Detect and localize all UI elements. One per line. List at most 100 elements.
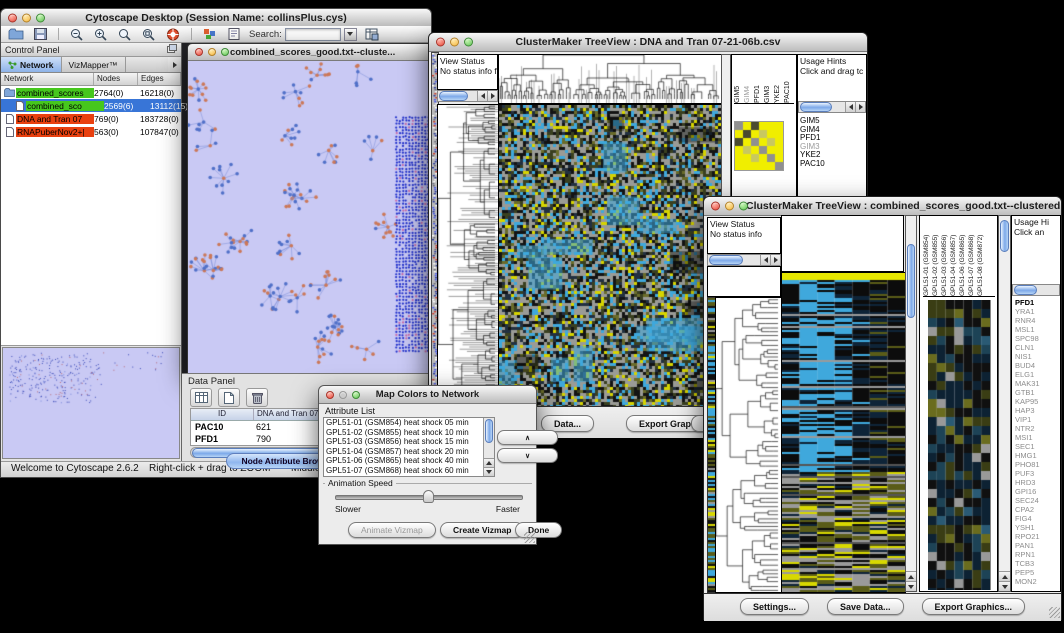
scroll-left-button[interactable] <box>845 102 855 112</box>
export-graphics--button[interactable]: Export Graphics... <box>922 598 1026 615</box>
zoom-vertical-scrollbar[interactable] <box>998 215 1011 592</box>
cluster-heatmap[interactable] <box>498 104 722 408</box>
gene-list-item[interactable]: MSL1 <box>1015 325 1040 334</box>
attribute-list-scrollbar[interactable] <box>483 418 494 476</box>
network-list-row[interactable]: DNA and Tran 07769(0)183728(0) <box>1 112 181 125</box>
gene-list-item[interactable]: YRA1 <box>1015 307 1040 316</box>
animate-vizmap-button[interactable]: Animate Vizmap <box>348 522 436 538</box>
gene-list-item[interactable]: GTB1 <box>1015 388 1040 397</box>
scrollbar-thumb[interactable] <box>907 244 915 318</box>
attribute-list-item[interactable]: GPL51-04 (GSM857) heat shock 20 min <box>324 447 494 457</box>
attribute-list-item[interactable]: GPL51-03 (GSM856) heat shock 15 min <box>324 437 494 447</box>
save-data--button[interactable]: Save Data... <box>827 598 904 615</box>
gene-list-item[interactable]: PEP5 <box>1015 568 1040 577</box>
minimize-icon[interactable] <box>725 202 734 211</box>
minimize-icon[interactable] <box>339 391 347 399</box>
column-header-edges[interactable]: Edges <box>138 73 181 85</box>
close-icon[interactable] <box>195 48 203 56</box>
column-header-nodes[interactable]: Nodes <box>94 73 138 85</box>
gene-list-item[interactable]: SPC98 <box>1015 334 1040 343</box>
network-view-canvas[interactable] <box>188 61 432 373</box>
gene-list-item[interactable]: CLN1 <box>1015 343 1040 352</box>
network-overview-thumbnail[interactable] <box>2 347 180 459</box>
gene-list-item[interactable]: SEC1 <box>1015 442 1040 451</box>
heatmap-vertical-scrollbar[interactable] <box>905 215 917 592</box>
gene-list-item[interactable]: MON2 <box>1015 577 1040 586</box>
save-icon[interactable] <box>31 27 49 41</box>
zoom-window-icon[interactable] <box>221 48 229 56</box>
search-input[interactable] <box>285 28 341 41</box>
attribute-list-item[interactable]: GPL51-07 (GSM868) heat shock 60 min <box>324 466 494 476</box>
done-button[interactable]: Done <box>515 522 562 538</box>
create-vizmap-button[interactable]: Create Vizmap <box>440 522 524 538</box>
scroll-up-button[interactable] <box>484 458 494 467</box>
scroll-down-button[interactable] <box>906 581 916 591</box>
settings--button[interactable]: Settings... <box>740 598 809 615</box>
help-lifering-icon[interactable] <box>164 27 182 41</box>
usage-hints-scrollbar[interactable] <box>798 101 866 113</box>
tab-vizmapper[interactable]: VizMapper™ <box>62 57 126 72</box>
annotation-icon[interactable] <box>225 27 243 41</box>
gene-list-item[interactable]: VIP1 <box>1015 415 1040 424</box>
scroll-down-button[interactable] <box>484 467 494 476</box>
scroll-left-button[interactable] <box>760 255 770 265</box>
close-icon[interactable] <box>436 38 445 47</box>
scroll-up-button[interactable] <box>906 571 916 581</box>
minimize-icon[interactable] <box>450 38 459 47</box>
attribute-list-item[interactable]: GPL51-02 (GSM855) heat shock 10 min <box>324 428 494 438</box>
gene-list-item[interactable]: RNR4 <box>1015 316 1040 325</box>
resize-grip[interactable] <box>1049 607 1060 618</box>
scroll-right-button[interactable] <box>487 91 497 101</box>
gene-list-item[interactable]: NTR2 <box>1015 424 1040 433</box>
minimize-icon[interactable] <box>22 13 31 22</box>
gene-list-item[interactable]: CPA2 <box>1015 505 1040 514</box>
open-folder-icon[interactable] <box>7 27 25 41</box>
gene-list-item[interactable]: KAP95 <box>1015 397 1040 406</box>
gene-list-item[interactable]: ELG1 <box>1015 370 1040 379</box>
gene-list-item[interactable]: NIS1 <box>1015 352 1040 361</box>
gene-list-item[interactable]: HMG1 <box>1015 451 1040 460</box>
zoom-out-icon[interactable] <box>68 27 86 41</box>
gene-list-item[interactable]: YSH1 <box>1015 523 1040 532</box>
minimize-icon[interactable] <box>208 48 216 56</box>
scrollbar-thumb[interactable] <box>1014 285 1037 295</box>
scrollbar-thumb[interactable] <box>800 102 832 112</box>
network-list-row[interactable]: combined_sco2569(6)13112(15) <box>1 99 181 112</box>
zoom-in-icon[interactable] <box>92 27 110 41</box>
gene-list-item[interactable]: PHO81 <box>1015 460 1040 469</box>
float-panel-icon[interactable] <box>167 44 177 55</box>
scrollbar-thumb[interactable] <box>485 419 493 443</box>
tab-overflow-button[interactable] <box>168 57 181 72</box>
zoom-window-icon[interactable] <box>36 13 45 22</box>
attribute-list-item[interactable]: GPL51-01 (GSM854) heat shock 05 min <box>324 418 494 428</box>
gene-list-item[interactable]: PAN1 <box>1015 541 1040 550</box>
select-attributes-icon[interactable] <box>190 388 212 407</box>
column-dendrogram[interactable] <box>498 54 722 104</box>
zoom-fit-icon[interactable] <box>140 27 158 41</box>
attribute-browser-icon[interactable] <box>363 27 381 41</box>
gene-list-item[interactable]: PAC10 <box>800 160 825 169</box>
close-icon[interactable] <box>8 13 17 22</box>
scrollbar-thumb[interactable] <box>709 255 743 265</box>
scroll-right-button[interactable] <box>770 255 780 265</box>
zoom-window-icon[interactable] <box>352 391 360 399</box>
zoom-heatmap[interactable] <box>928 300 991 590</box>
gene-list-item[interactable]: MSI1 <box>1015 433 1040 442</box>
resize-grip[interactable] <box>524 532 535 543</box>
zoom-window-icon[interactable] <box>739 202 748 211</box>
scrollbar-thumb[interactable] <box>1000 220 1009 252</box>
column-header-network[interactable]: Network <box>1 73 94 85</box>
animation-speed-slider[interactable] <box>335 495 523 500</box>
network-list-row[interactable]: RNAPuberNov2+|563(0)107847(0) <box>1 125 181 138</box>
gene-list-item[interactable]: HAP3 <box>1015 406 1040 415</box>
slider-thumb[interactable] <box>423 490 434 503</box>
scroll-right-button[interactable] <box>855 102 865 112</box>
gene-list-item[interactable]: HRD3 <box>1015 478 1040 487</box>
gene-list-item[interactable]: PFD1 <box>1015 298 1040 307</box>
usage-hints-scrollbar[interactable] <box>1012 284 1060 296</box>
vizmapper-icon[interactable] <box>201 27 219 41</box>
gene-list-item[interactable]: RPO21 <box>1015 532 1040 541</box>
scroll-up-button[interactable] <box>999 571 1010 581</box>
cluster-heatmap[interactable] <box>781 272 906 593</box>
tab-network[interactable]: Network <box>1 57 62 72</box>
